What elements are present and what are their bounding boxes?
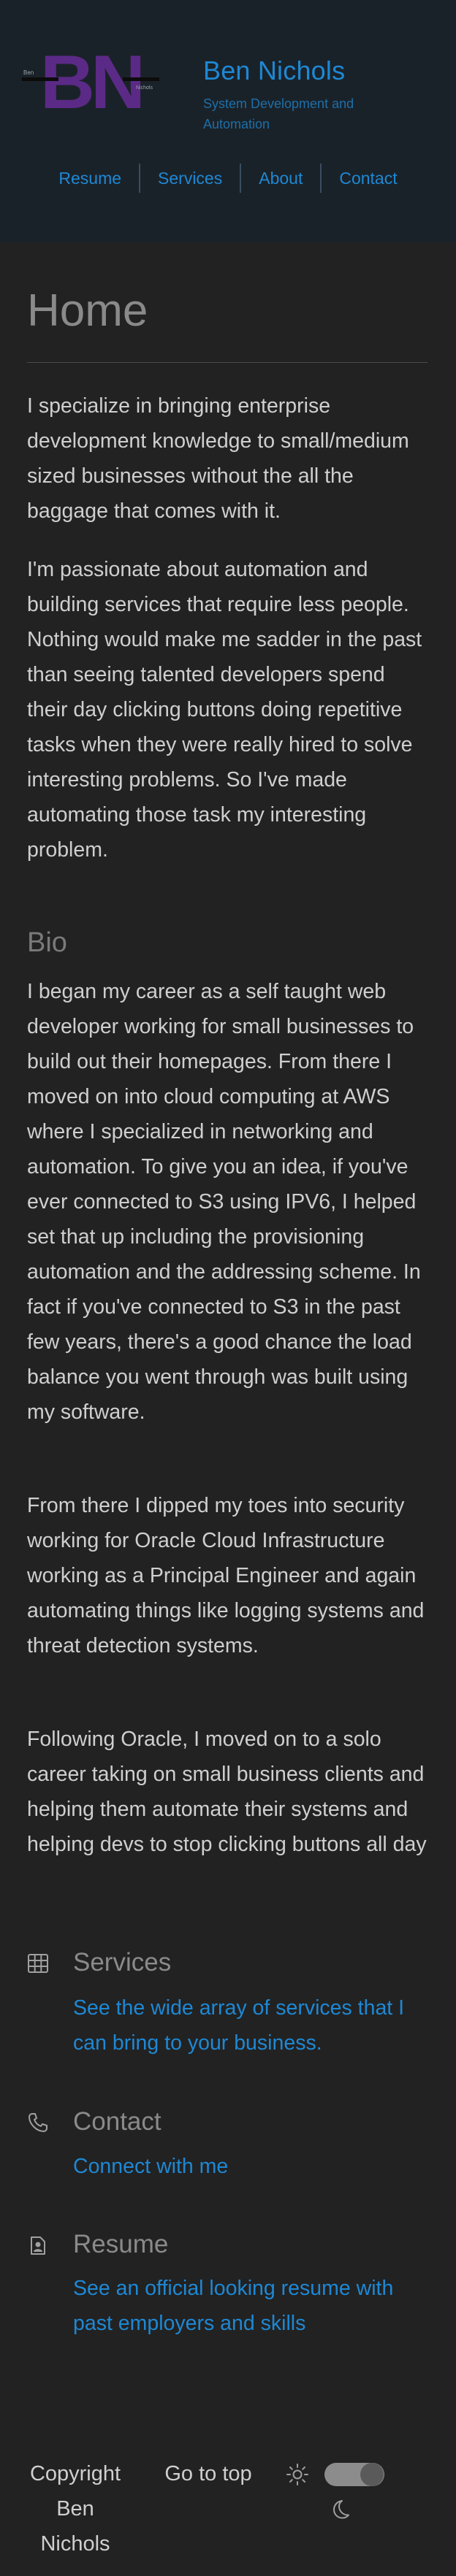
theme-toggle[interactable]: [324, 2463, 384, 2486]
nav-contact-link[interactable]: Contact: [320, 164, 414, 193]
bio-paragraph: I began my career as a self taught web d…: [27, 980, 421, 1424]
nav-about-link[interactable]: About: [240, 164, 320, 193]
bio-heading: Bio: [27, 927, 67, 958]
moon-icon: [333, 2500, 349, 2519]
site-title[interactable]: Ben Nichols: [203, 55, 345, 86]
intro-paragraph: I'm passionate about automation and buil…: [27, 558, 422, 862]
phone-icon: [28, 2113, 48, 2132]
services-card-title: Services: [73, 1948, 172, 1977]
footer-copyright: Copyright Ben Nichols: [29, 2462, 121, 2556]
site-header: BN Ben Nichols Ben Nichols System Develo…: [0, 0, 456, 242]
page-title: Home: [27, 285, 148, 336]
main-nav: Resume Services About Contact: [0, 162, 456, 194]
resume-card-title: Resume: [73, 2230, 169, 2258]
bio-paragraph: From there I dipped my toes into securit…: [27, 1494, 425, 1657]
contact-card-link[interactable]: Connect with me: [73, 2149, 431, 2184]
nav-services-link[interactable]: Services: [139, 164, 240, 193]
go-to-top-link[interactable]: Go to top: [164, 2456, 252, 2491]
svg-text:Nichols: Nichols: [136, 85, 153, 91]
services-card-link[interactable]: See the wide array of services that I ca…: [73, 1990, 431, 2061]
nav-resume-link[interactable]: Resume: [41, 164, 139, 193]
site-tagline: System Development and Automation: [203, 96, 354, 131]
resume-card-link[interactable]: See an official looking resume with past…: [73, 2271, 431, 2341]
sun-icon: [286, 2464, 308, 2485]
resume-badge-icon: [31, 2236, 45, 2255]
svg-text:Ben: Ben: [23, 69, 34, 76]
bio-paragraph: Following Oracle, I moved on to a solo c…: [27, 1728, 427, 1856]
contact-card-title: Contact: [73, 2107, 162, 2136]
bn-logo[interactable]: BN Ben Nichols: [20, 47, 161, 114]
services-grid-icon: [28, 1954, 48, 1973]
title-divider: [27, 362, 428, 363]
theme-toggle-knob: [360, 2463, 384, 2486]
intro-paragraph: I specialize in bringing enterprise deve…: [27, 394, 409, 523]
